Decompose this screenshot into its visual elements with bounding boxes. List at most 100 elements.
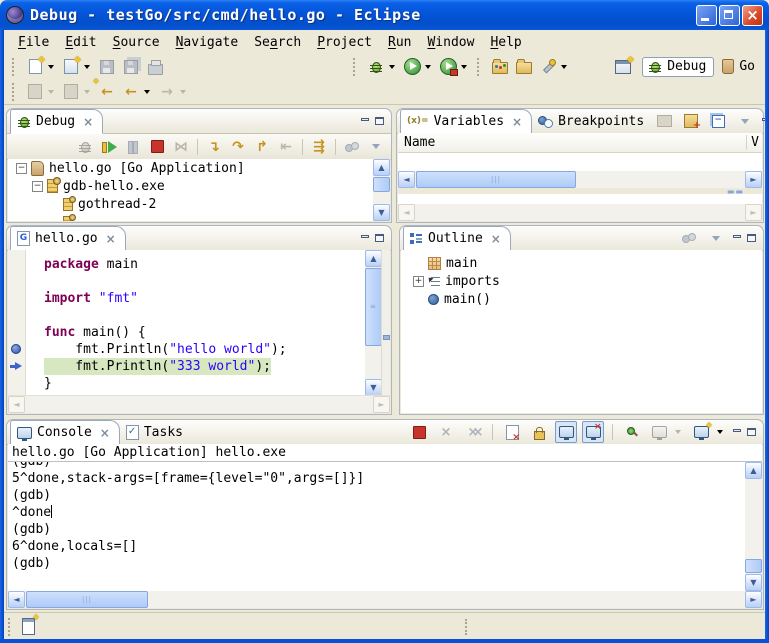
toolbar-handle[interactable] [477, 58, 483, 76]
scroll-left-icon[interactable]: ◄ [398, 171, 415, 188]
tree-item[interactable]: hello.go [Go Application] [8, 159, 390, 177]
close-icon[interactable]: × [512, 116, 522, 128]
instruction-pointer-icon[interactable] [10, 362, 23, 371]
tree-item[interactable]: gdb-hello.exe [8, 177, 390, 195]
code-area[interactable]: package mainimport "fmt"func main() { fm… [26, 250, 365, 396]
menu-item-search[interactable]: Search [246, 33, 309, 52]
back-to-editor-button[interactable]: ← [96, 81, 118, 103]
close-icon[interactable]: × [491, 233, 501, 245]
variables-detail-pane[interactable]: ◄ ► [398, 194, 762, 221]
scrollbar-thumb[interactable] [745, 559, 762, 573]
clear-console-button[interactable] [501, 421, 523, 443]
show-stdout-button[interactable] [555, 421, 577, 443]
overview-ruler[interactable] [381, 250, 390, 396]
debug-misc-button[interactable] [341, 136, 363, 158]
debug-tree-area[interactable]: hello.go [Go Application]gdb-hello.exego… [8, 159, 390, 221]
minimize-view-icon[interactable] [360, 117, 370, 126]
suspend-button[interactable] [122, 136, 144, 158]
search-dropdown-arrow[interactable] [561, 65, 567, 69]
menu-item-run[interactable]: Run [380, 33, 419, 52]
add-variable-button[interactable] [680, 110, 702, 132]
scrollbar-thumb[interactable]: ≡ [365, 268, 382, 346]
last-edit-location-button[interactable] [24, 81, 46, 103]
scroll-down-icon[interactable]: ▼ [373, 204, 390, 221]
tab-hello-go[interactable]: hello.go × [10, 226, 126, 251]
back-button[interactable]: ← [120, 81, 142, 103]
save-all-button[interactable] [120, 56, 142, 78]
outline-item[interactable]: main() [401, 290, 762, 308]
tab-outline[interactable]: Outline × [403, 226, 511, 251]
back-dropdown-arrow[interactable] [144, 90, 150, 94]
minimize-view-icon[interactable] [732, 234, 742, 243]
menu-item-window[interactable]: Window [419, 33, 482, 52]
maximize-view-icon[interactable] [375, 234, 385, 243]
tab-debug[interactable]: Debug × [10, 109, 103, 134]
minimize-view-icon[interactable] [360, 234, 370, 243]
menu-item-navigate[interactable]: Navigate [168, 33, 247, 52]
tab-breakpoints[interactable]: Breakpoints [532, 110, 653, 133]
debug-button[interactable] [365, 56, 387, 78]
new-project-button[interactable] [60, 56, 82, 78]
remove-terminated-button[interactable] [74, 136, 96, 158]
scrollbar-thumb[interactable] [373, 177, 390, 192]
overview-annotation[interactable] [383, 335, 390, 340]
outline-misc-button[interactable] [678, 227, 700, 249]
step-into-button[interactable]: ↴ [203, 136, 225, 158]
breakpoint-marker-icon[interactable] [11, 344, 21, 354]
terminate-button[interactable] [146, 136, 168, 158]
new-project-dropdown-arrow[interactable] [84, 65, 90, 69]
scrollbar-thumb[interactable]: ||| [26, 591, 148, 608]
disconnect-button[interactable]: ⋈ [170, 136, 192, 158]
remove-launch-button[interactable]: × [435, 421, 457, 443]
tree-expander-icon[interactable] [413, 276, 424, 287]
console-terminate-button[interactable] [408, 421, 430, 443]
fast-view-icon[interactable] [22, 618, 35, 635]
resume-button[interactable] [98, 136, 120, 158]
editor-hscrollbar-disabled[interactable]: ◄ ► [8, 395, 390, 413]
pin-console-button[interactable] [621, 421, 643, 443]
open-folder-button[interactable] [513, 56, 535, 78]
tab-tasks[interactable]: Tasks [120, 421, 192, 444]
display-console-button[interactable] [648, 421, 670, 443]
show-stderr-button[interactable] [582, 421, 604, 443]
close-button[interactable] [742, 5, 763, 26]
close-icon[interactable]: × [106, 233, 116, 245]
debug-view-menu-button[interactable] [365, 136, 387, 158]
scroll-left-icon[interactable]: ◄ [8, 591, 25, 608]
scroll-down-icon[interactable]: ▼ [365, 379, 382, 396]
maximize-view-icon[interactable] [375, 117, 385, 126]
scroll-up-icon[interactable]: ▲ [365, 250, 382, 267]
tab-console[interactable]: Console × [10, 420, 120, 445]
scroll-lock-button[interactable] [528, 421, 550, 443]
tree-expander-icon[interactable] [16, 163, 27, 174]
detail-hscrollbar-disabled[interactable]: ◄ ► [398, 204, 762, 221]
perspective-go-button[interactable]: Go [722, 59, 755, 74]
step-filters-button[interactable]: ⇶ [308, 136, 330, 158]
forward-button[interactable]: → [156, 81, 178, 103]
print-button[interactable] [144, 56, 166, 78]
tree-item[interactable]: gothread-2 [8, 195, 390, 213]
run-dropdown-arrow[interactable] [425, 65, 431, 69]
tree-expander-icon[interactable] [32, 181, 43, 192]
console-vscrollbar[interactable]: ▲ ▼ [745, 462, 762, 591]
run-button[interactable] [401, 56, 423, 78]
step-return-button[interactable]: ↱ [251, 136, 273, 158]
show-type-names-button[interactable] [653, 110, 675, 132]
maximize-view-icon[interactable] [747, 234, 757, 243]
search-button[interactable] [537, 56, 559, 78]
statusbar-handle[interactable] [8, 618, 14, 636]
debug-tree-vscrollbar[interactable]: ▲ ▼ [373, 159, 390, 221]
external-tools-dropdown-arrow[interactable] [461, 65, 467, 69]
menu-item-help[interactable]: Help [482, 33, 529, 52]
save-button[interactable] [96, 56, 118, 78]
menu-item-edit[interactable]: Edit [57, 33, 104, 52]
scroll-up-icon[interactable]: ▲ [373, 159, 390, 176]
menu-item-file[interactable]: File [10, 33, 57, 52]
console-hscrollbar[interactable]: ◄ ||| ► [8, 591, 762, 608]
menu-item-project[interactable]: Project [309, 33, 380, 52]
minimize-view-icon[interactable] [732, 428, 742, 437]
tab-variables[interactable]: Variables × [400, 109, 532, 134]
editor-vscrollbar[interactable]: ▲ ≡ ▼ [365, 250, 382, 396]
toolbar-handle[interactable] [12, 58, 18, 76]
debug-dropdown-arrow[interactable] [389, 65, 395, 69]
